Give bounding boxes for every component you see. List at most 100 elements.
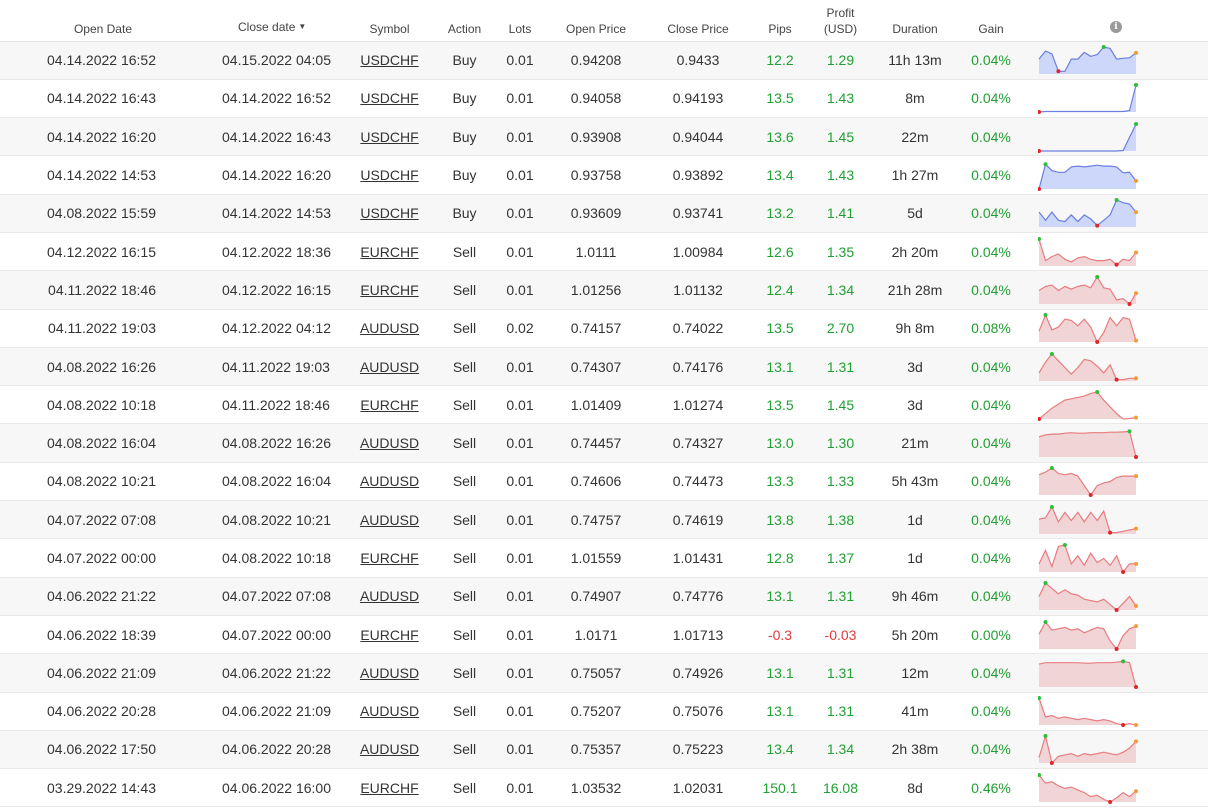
duration-cell: 8m [905, 90, 925, 107]
table-row[interactable]: 04.06.2022 17:50 04.06.2022 20:28 AUDUSD Se… [0, 730, 1208, 769]
sparkline-cell [1024, 692, 1208, 730]
table-row[interactable]: 04.06.2022 21:09 04.06.2022 21:22 AUDUSD Se… [0, 653, 1208, 693]
gain-cell: 0.04% [971, 473, 1011, 490]
table-row[interactable]: 04.14.2022 16:43 04.14.2022 16:52 USDCHF Bu… [0, 79, 1208, 118]
action-cell: Sell [452, 473, 477, 490]
table-row[interactable]: 04.12.2022 16:15 04.12.2022 18:36 EURCHF Se… [0, 232, 1208, 271]
table-row[interactable]: 04.06.2022 20:28 04.06.2022 21:09 AUDUSD Se… [0, 692, 1208, 731]
symbol-link[interactable]: USDCHF [360, 52, 418, 68]
close-price-cell: 0.93741 [672, 205, 724, 222]
column-header-profit[interactable]: Profit (USD) [809, 0, 872, 42]
profit-cell: 1.29 [826, 52, 855, 69]
trade-sparkline [1038, 619, 1138, 651]
table-row[interactable]: 03.29.2022 14:43 04.06.2022 16:00 EURCHF Se… [0, 768, 1208, 807]
column-header-gain[interactable]: Gain [958, 0, 1024, 42]
sparkline-high-marker [1095, 389, 1100, 394]
column-header-lots[interactable]: Lots [493, 0, 547, 42]
column-header-open-price[interactable]: Open Price [547, 0, 645, 42]
open-date-cell: 04.12.2022 16:15 [47, 243, 156, 260]
column-header-close-price[interactable]: Close Price [645, 0, 751, 42]
table-row[interactable]: 04.06.2022 21:22 04.07.2022 07:08 AUDUSD Se… [0, 577, 1208, 616]
symbol-link[interactable]: EURCHF [360, 550, 418, 566]
symbol-link[interactable]: USDCHF [360, 129, 418, 145]
symbol-link[interactable]: AUDUSD [360, 320, 419, 336]
symbol-link[interactable]: USDCHF [360, 90, 418, 106]
info-icon[interactable]: i [1110, 20, 1122, 33]
sparkline-cell [1024, 539, 1208, 577]
lots-cell: 0.01 [506, 703, 534, 720]
table-row[interactable]: 04.14.2022 16:20 04.14.2022 16:43 USDCHF Bu… [0, 117, 1208, 156]
table-row[interactable]: 04.07.2022 07:08 04.08.2022 10:21 AUDUSD Se… [0, 500, 1208, 539]
sparkline-area [1039, 85, 1136, 113]
table-row[interactable]: 04.08.2022 16:04 04.08.2022 16:26 AUDUSD Se… [0, 423, 1208, 463]
symbol-cell: EURCHF [343, 539, 436, 577]
open-price-cell: 0.94208 [570, 52, 622, 69]
column-header-pips[interactable]: Pips [751, 0, 809, 42]
profit-cell: 1.31 [826, 358, 855, 375]
trade-sparkline [1038, 83, 1138, 115]
sparkline-last-marker [1134, 623, 1138, 628]
duration-cell: 9h 8m [895, 320, 935, 337]
column-header-symbol[interactable]: Symbol [343, 0, 436, 42]
close-price-cell: 1.02031 [672, 779, 724, 796]
table-row[interactable]: 04.06.2022 18:39 04.07.2022 00:00 EURCHF Se… [0, 615, 1208, 654]
symbol-link[interactable]: AUDUSD [360, 435, 419, 451]
symbol-link[interactable]: AUDUSD [360, 588, 419, 604]
symbol-link[interactable]: AUDUSD [360, 512, 419, 528]
column-header-label: Pips [768, 21, 792, 36]
gain-cell: 0.04% [971, 167, 1011, 184]
gain-cell: 0.46% [971, 779, 1011, 796]
action-cell: Sell [452, 358, 477, 375]
action-cell: Sell [452, 320, 477, 337]
symbol-link[interactable]: AUDUSD [360, 359, 419, 375]
sparkline-last-marker [1134, 210, 1138, 215]
sparkline-cell [1024, 386, 1208, 424]
gain-cell: 0.04% [971, 281, 1011, 298]
sparkline-low-marker [1108, 799, 1113, 804]
symbol-link[interactable]: EURCHF [360, 627, 418, 643]
symbol-link[interactable]: USDCHF [360, 167, 418, 183]
table-row[interactable]: 04.08.2022 15:59 04.14.2022 14:53 USDCHF Bu… [0, 194, 1208, 233]
sparkline-high-marker [1043, 313, 1048, 318]
sparkline-last-marker [1134, 739, 1138, 744]
table-row[interactable]: 04.07.2022 00:00 04.08.2022 10:18 EURCHF Se… [0, 538, 1208, 578]
table-row[interactable]: 04.08.2022 10:21 04.08.2022 16:04 AUDUSD Se… [0, 462, 1208, 501]
table-row[interactable]: 04.08.2022 16:26 04.11.2022 19:03 AUDUSD Se… [0, 347, 1208, 386]
symbol-link[interactable]: AUDUSD [360, 703, 419, 719]
open-price-cell: 0.74907 [570, 588, 622, 605]
lots-cell: 0.01 [506, 550, 534, 566]
table-row[interactable]: 04.11.2022 18:46 04.12.2022 16:15 EURCHF Se… [0, 270, 1208, 310]
symbol-link[interactable]: AUDUSD [360, 473, 419, 489]
close-date-cell: 04.08.2022 10:21 [222, 511, 331, 528]
action-cell: Sell [452, 281, 477, 298]
column-header-duration[interactable]: Duration [872, 0, 958, 42]
sparkline-cell [1024, 309, 1208, 347]
column-header-close-date[interactable]: Close date ▼ [208, 0, 343, 42]
sparkline-line [1038, 85, 1137, 114]
duration-cell: 41m [901, 703, 929, 720]
symbol-link[interactable]: EURCHF [360, 244, 418, 260]
trade-sparkline [1038, 274, 1138, 306]
symbol-link[interactable]: EURCHF [360, 397, 418, 413]
symbol-link[interactable]: AUDUSD [360, 665, 419, 681]
table-row[interactable]: 04.11.2022 19:03 04.12.2022 04:12 AUDUSD Se… [0, 309, 1208, 348]
pips-cell: 13.5 [766, 90, 794, 107]
pips-cell: 13.6 [766, 128, 794, 145]
table-row[interactable]: 04.08.2022 10:18 04.11.2022 18:46 EURCHF Se… [0, 385, 1208, 424]
symbol-cell: AUDUSD [343, 654, 436, 692]
table-row[interactable]: 04.14.2022 14:53 04.14.2022 16:20 USDCHF Bu… [0, 155, 1208, 195]
symbol-link[interactable]: EURCHF [360, 780, 418, 796]
duration-cell: 8d [907, 779, 923, 796]
table-row[interactable]: 04.14.2022 16:52 04.15.2022 04:05 USDCHF Bu… [0, 41, 1208, 80]
sparkline-high-marker [1121, 659, 1126, 664]
symbol-link[interactable]: USDCHF [360, 205, 418, 221]
symbol-cell: EURCHF [343, 386, 436, 424]
symbol-link[interactable]: AUDUSD [360, 741, 419, 757]
lots-cell: 0.01 [506, 435, 534, 452]
column-header-open-date[interactable]: Open Date [0, 0, 208, 42]
column-header-action[interactable]: Action [436, 0, 493, 42]
close-date-cell: 04.11.2022 19:03 [222, 358, 330, 375]
open-date-cell: 04.08.2022 16:04 [47, 435, 156, 452]
symbol-cell: AUDUSD [343, 577, 436, 615]
symbol-link[interactable]: EURCHF [360, 282, 418, 298]
